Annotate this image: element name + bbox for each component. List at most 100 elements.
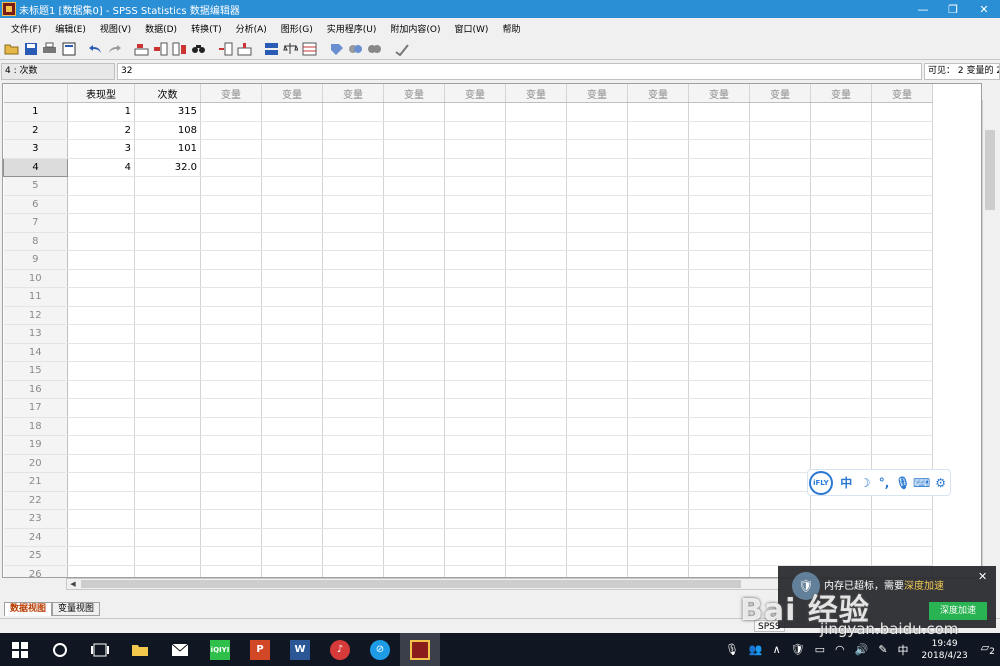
data-cell[interactable]: 3	[67, 139, 135, 159]
split-file-icon[interactable]	[263, 40, 280, 57]
data-cell[interactable]	[200, 417, 262, 436]
row-number[interactable]: 6	[3, 195, 68, 214]
data-cell[interactable]	[688, 491, 750, 510]
menu-window[interactable]: 窗口(W)	[448, 22, 496, 35]
data-cell[interactable]	[67, 324, 135, 344]
data-cell[interactable]	[134, 454, 201, 473]
data-cell[interactable]	[322, 472, 384, 492]
data-cell[interactable]	[871, 435, 933, 455]
data-cell[interactable]	[749, 176, 811, 196]
data-cell[interactable]	[67, 306, 135, 325]
data-cell[interactable]	[749, 158, 811, 177]
data-cell[interactable]	[627, 121, 689, 140]
data-cell[interactable]	[627, 324, 689, 344]
menu-utilities[interactable]: 实用程序(U)	[320, 22, 384, 35]
select-cases-icon[interactable]	[301, 40, 318, 57]
data-cell[interactable]	[444, 213, 506, 233]
data-cell[interactable]	[810, 232, 872, 251]
data-cell[interactable]	[67, 509, 135, 529]
data-cell[interactable]	[444, 324, 506, 344]
data-cell[interactable]	[200, 398, 262, 418]
data-cell[interactable]	[749, 454, 811, 473]
data-cell[interactable]	[688, 121, 750, 140]
data-cell[interactable]	[134, 435, 201, 455]
data-cell[interactable]	[627, 269, 689, 288]
data-cell[interactable]	[627, 232, 689, 251]
powerpoint-icon[interactable]: P	[240, 633, 280, 666]
pen-icon[interactable]: ✎	[878, 643, 887, 656]
data-cell[interactable]	[261, 195, 323, 214]
mail-icon[interactable]	[160, 633, 200, 666]
task-view-icon[interactable]	[80, 633, 120, 666]
data-cell[interactable]	[566, 306, 628, 325]
data-cell[interactable]	[505, 509, 567, 529]
data-cell[interactable]	[505, 454, 567, 473]
data-cell[interactable]	[566, 176, 628, 196]
notification-center-icon[interactable]: ▱2	[981, 641, 995, 657]
data-cell[interactable]	[688, 176, 750, 196]
row-number[interactable]: 7	[3, 213, 68, 233]
row-number[interactable]: 24	[3, 528, 68, 547]
data-cell[interactable]	[871, 102, 933, 122]
data-cell[interactable]	[322, 102, 384, 122]
data-cell[interactable]	[749, 213, 811, 233]
data-cell[interactable]	[261, 102, 323, 122]
data-cell[interactable]	[444, 121, 506, 140]
data-cell[interactable]	[134, 380, 201, 399]
data-cell[interactable]	[444, 158, 506, 177]
spell-check-icon[interactable]	[393, 40, 410, 57]
menu-edit[interactable]: 编辑(E)	[48, 22, 93, 35]
data-cell[interactable]	[810, 361, 872, 381]
data-cell[interactable]	[505, 306, 567, 325]
accelerate-button[interactable]: 深度加速	[929, 602, 987, 620]
data-cell[interactable]	[627, 158, 689, 177]
data-cell[interactable]	[444, 102, 506, 122]
data-cell[interactable]	[261, 158, 323, 177]
iqiyi-icon[interactable]: iQIYI	[200, 633, 240, 666]
data-cell[interactable]	[688, 361, 750, 381]
data-cell[interactable]	[444, 176, 506, 196]
data-cell[interactable]	[67, 287, 135, 307]
column-header-empty[interactable]: 变量	[749, 84, 811, 103]
data-cell[interactable]	[688, 565, 750, 577]
data-cell[interactable]	[566, 213, 628, 233]
data-cell[interactable]	[566, 454, 628, 473]
data-cell[interactable]	[688, 435, 750, 455]
data-cell[interactable]	[67, 398, 135, 418]
data-cell[interactable]	[505, 213, 567, 233]
data-cell[interactable]	[810, 269, 872, 288]
data-cell[interactable]	[566, 528, 628, 547]
data-cell[interactable]	[383, 306, 445, 325]
data-cell[interactable]	[871, 232, 933, 251]
row-number[interactable]: 9	[3, 250, 68, 270]
ime-tray-icon[interactable]: 中	[898, 642, 909, 658]
data-cell[interactable]	[749, 417, 811, 436]
data-cell[interactable]	[627, 491, 689, 510]
data-cell[interactable]	[200, 546, 262, 566]
data-cell[interactable]	[134, 343, 201, 362]
data-cell[interactable]	[688, 324, 750, 344]
column-header-empty[interactable]: 变量	[688, 84, 750, 103]
data-cell[interactable]	[749, 324, 811, 344]
data-cell[interactable]	[67, 491, 135, 510]
data-cell[interactable]	[444, 250, 506, 270]
data-cell[interactable]	[566, 380, 628, 399]
data-cell[interactable]	[261, 509, 323, 529]
data-cell[interactable]	[566, 232, 628, 251]
data-cell[interactable]	[383, 546, 445, 566]
data-cell[interactable]	[200, 324, 262, 344]
data-cell[interactable]	[871, 509, 933, 529]
undo-icon[interactable]	[87, 40, 104, 57]
data-cell[interactable]	[200, 176, 262, 196]
data-cell[interactable]	[200, 454, 262, 473]
data-cell[interactable]	[871, 287, 933, 307]
data-cell[interactable]: 108	[134, 121, 201, 140]
data-cell[interactable]	[871, 250, 933, 270]
data-cell[interactable]	[566, 102, 628, 122]
people-icon[interactable]: 👥	[749, 643, 763, 656]
data-cell[interactable]	[566, 195, 628, 214]
data-cell[interactable]	[810, 546, 872, 566]
data-cell[interactable]	[688, 417, 750, 436]
data-cell[interactable]	[444, 491, 506, 510]
data-cell[interactable]	[322, 121, 384, 140]
